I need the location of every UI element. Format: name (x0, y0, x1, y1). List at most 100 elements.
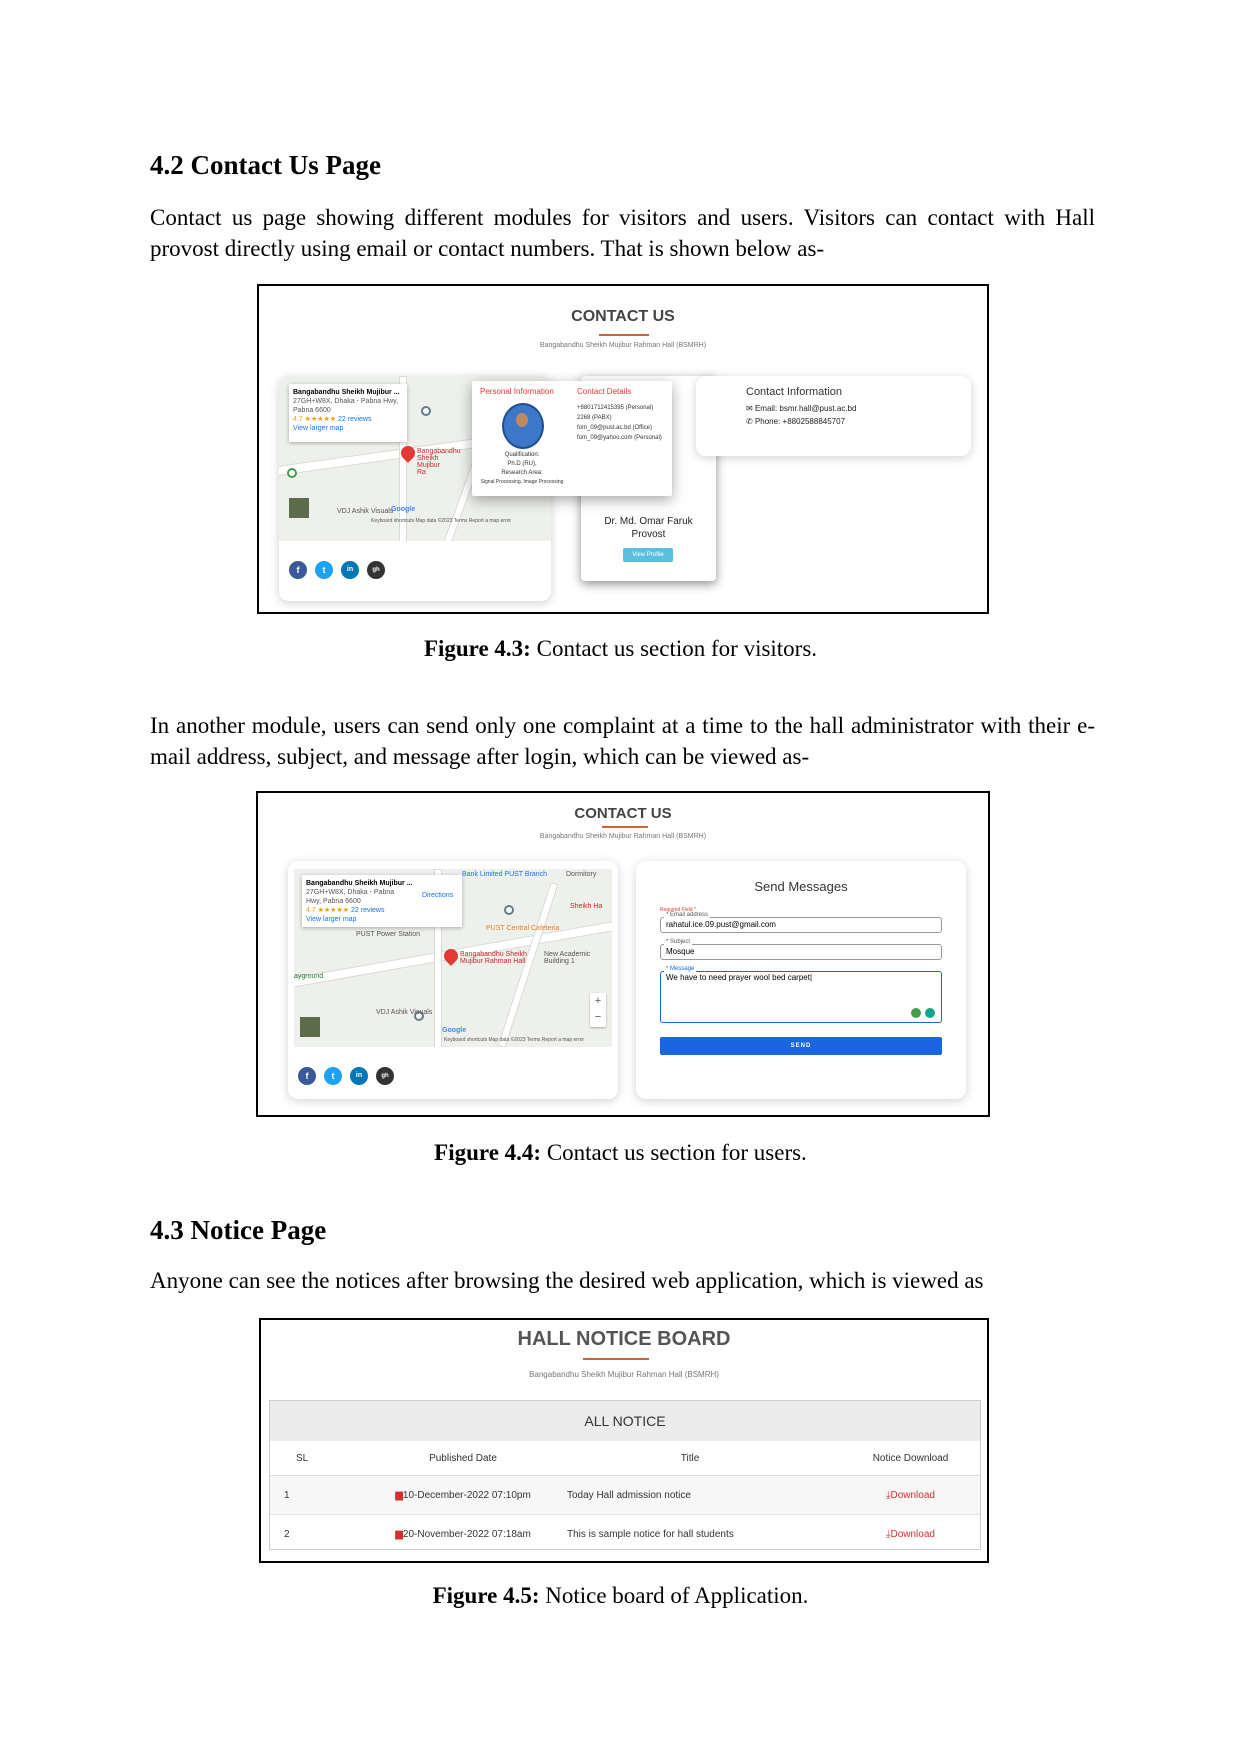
research-label: Research Area: (501, 470, 543, 476)
map-info-box: Bangabandhu Sheikh Mujibur ... 27GH+W8X,… (289, 384, 407, 442)
caption-text: Notice board of Application. (539, 1583, 809, 1608)
map-label-vdj: VDJ Ashik Visuals (337, 508, 394, 515)
contact-subtitle: Bangabandhu Sheikh Mujibur Rahman Hall (… (539, 833, 707, 840)
table-row: 2 ▆20-November-2022 07:18am This is samp… (270, 1514, 980, 1553)
header-sl: SL (270, 1441, 387, 1476)
map-pin-label: Bangabandhu Sheikh Mujibur Ra (417, 448, 461, 476)
map-card: Bangabandhu Sheikh Mujibur ... 27GH+W8X,… (288, 861, 618, 1099)
contact-title: CONTACT US (574, 805, 672, 822)
map-footer: Keyboard shortcuts Map data ©2023 Terms … (371, 518, 512, 524)
header-title: Title (539, 1441, 841, 1476)
notice-board-title: HALL NOTICE BOARD (517, 1328, 731, 1350)
message-field-label: * Message (664, 966, 697, 972)
email-field-value: rahatul.ice.09.pust@gmail.com (666, 920, 776, 929)
view-larger-map-link[interactable]: View larger map (306, 915, 458, 924)
map-poi-icon (421, 406, 431, 416)
map-address: 27GH+W8X, Dhaka - Pabna Hwy, Pabna 6600 (306, 889, 395, 905)
view-larger-map-link[interactable]: View larger map (293, 424, 403, 433)
section-heading-contact: 4.2 Contact Us Page (150, 150, 381, 180)
send-button[interactable]: SEND (660, 1037, 942, 1055)
notice-table-panel: ALL NOTICE SL Published Date Title Notic… (269, 1400, 981, 1553)
phone-icon: ✆ (746, 417, 755, 426)
facebook-icon[interactable]: f (289, 561, 307, 579)
map-label-academic: New Academic Building 1 (544, 951, 591, 965)
map-pin-label: Bangabandhu Sheikh Mujibur Rahman Hall (460, 951, 527, 965)
map-label-vdj: VDJ Ashik Visuals (376, 1009, 433, 1016)
subject-field[interactable]: Mosque (660, 944, 942, 960)
all-notice-bar: ALL NOTICE (270, 1401, 980, 1441)
cell-date-text: 10-December-2022 07:10pm (402, 1489, 531, 1501)
embedded-map[interactable]: Bangabandhu Sheikh Mujibur ... 27GH+W8X,… (294, 869, 612, 1047)
notice-board-subtitle: Bangabandhu Sheikh Mujibur Rahman Hall (… (529, 1370, 719, 1379)
email-field[interactable]: rahatul.ice.09.pust@gmail.com (660, 917, 942, 933)
github-icon[interactable]: gh (376, 1067, 394, 1085)
download-text: Download (890, 1528, 935, 1540)
map-info-box: Bangabandhu Sheikh Mujibur ... 27GH+W8X,… (302, 875, 462, 927)
linkedin-icon[interactable]: in (341, 561, 359, 579)
map-reviews-link[interactable]: 22 reviews (338, 416, 371, 423)
provost-photo (502, 403, 544, 449)
map-label-power-station: PUST Power Station (356, 931, 421, 938)
linkedin-icon[interactable]: in (350, 1067, 368, 1085)
qualification-label: Qualification: (504, 452, 540, 458)
title-underline (602, 826, 648, 828)
grammar-icon[interactable] (925, 1008, 935, 1018)
cell-sl: 1 (270, 1475, 387, 1515)
message-textarea[interactable]: We have to need prayer wool bed carpet| (660, 971, 942, 1023)
directions-link[interactable]: Directions (422, 891, 453, 900)
research-value: Signal Processing, Image Processing (480, 479, 564, 485)
map-footer: Keyboard shortcuts Map data ©2023 Terms … (444, 1037, 585, 1043)
send-messages-heading: Send Messages (754, 879, 848, 894)
provost-name: Dr. Md. Omar Faruk (604, 516, 693, 527)
facebook-icon[interactable]: f (298, 1067, 316, 1085)
header-notice-download: Notice Download (841, 1441, 980, 1476)
download-link[interactable]: ⤓Download (841, 1475, 980, 1515)
contact-title: CONTACT US (571, 308, 675, 325)
envelope-icon: ✉ (746, 404, 755, 413)
cell-date-text: 20-November-2022 07:18am (402, 1528, 531, 1540)
twitter-icon[interactable]: t (315, 561, 333, 579)
contact-email[interactable]: ✉ Email: bsmr.hall@pust.ac.bd (746, 404, 856, 413)
github-icon[interactable]: gh (367, 561, 385, 579)
map-label-ground: ayground (294, 973, 324, 980)
map-label-sheikh: Sheikh Ha (570, 903, 603, 910)
cell-title: Today Hall admission notice (539, 1475, 841, 1515)
cell-title: This is sample notice for hall students (539, 1514, 841, 1553)
contact-phone[interactable]: ✆ Phone: +8802588845707 (746, 417, 845, 426)
contact-info-heading: Contact Information (746, 386, 842, 398)
map-park-icon (287, 468, 297, 478)
map-rating: 4.7 ★★★★★ (306, 907, 350, 914)
contact-email-text: Email: bsmr.hall@pust.ac.bd (754, 404, 857, 413)
contact-info-card: Contact Information ✉ Email: bsmr.hall@p… (696, 376, 971, 456)
calendar-icon: ▆ (395, 1528, 403, 1540)
view-profile-button[interactable]: View Profile (623, 548, 673, 562)
caption-label: Figure 4.4: (434, 1140, 542, 1165)
subject-field-value: Mosque (666, 947, 695, 956)
twitter-icon[interactable]: t (324, 1067, 342, 1085)
email-field-label: * Email address (664, 912, 711, 918)
map-reviews-link[interactable]: 22 reviews (351, 907, 384, 914)
notice-table: SL Published Date Title Notice Download … (270, 1441, 980, 1553)
contact-line: +8801712415395 (Personal) (577, 405, 654, 411)
cell-sl: 2 (270, 1514, 387, 1553)
map-address: 27GH+W8X, Dhaka - Pabna Hwy, Pabna 6600 (293, 398, 399, 414)
title-underline (599, 334, 649, 336)
download-link[interactable]: ⤓Download (841, 1514, 980, 1553)
extension-icon[interactable] (911, 1008, 921, 1018)
map-zoom-controls[interactable]: + − (590, 993, 606, 1027)
figure-caption-4-5: Figure 4.5: Notice board of Application. (0, 1583, 1241, 1609)
message-textarea-value: We have to need prayer wool bed carpet| (666, 973, 813, 982)
contact-line: fom_09@pust.ac.bd (Office) (577, 425, 653, 431)
google-logo: Google (391, 506, 416, 513)
contact-line: 2268 (PABX) (577, 415, 612, 421)
figure-contact-visitors: CONTACT US Bangabandhu Sheikh Mujibur Ra… (257, 284, 989, 614)
satellite-toggle[interactable] (289, 498, 309, 518)
send-messages-card: Send Messages Required Field * rahatul.i… (636, 861, 966, 1099)
map-label-dormitory: Dormitory (566, 871, 597, 878)
table-header-row: SL Published Date Title Notice Download (270, 1441, 980, 1476)
caption-label: Figure 4.3: (423, 636, 531, 661)
section-paragraph-notice: Anyone can see the notices after browsin… (150, 1268, 984, 1293)
satellite-toggle[interactable] (300, 1017, 320, 1037)
table-row: 1 ▆10-December-2022 07:10pm Today Hall a… (270, 1475, 980, 1515)
cell-date: ▆20-November-2022 07:18am (387, 1514, 539, 1553)
